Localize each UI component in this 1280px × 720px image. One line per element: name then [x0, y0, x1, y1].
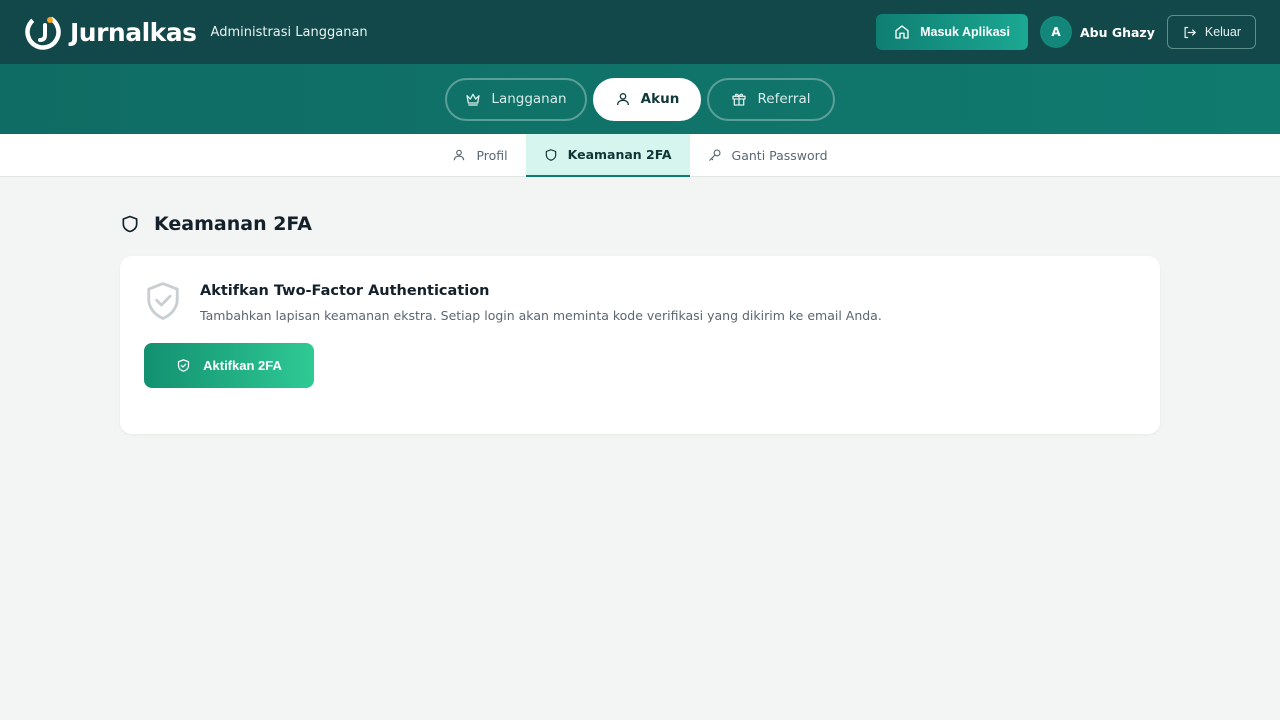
- subtab-profil-label: Profil: [476, 147, 508, 163]
- crown-icon: [466, 93, 481, 106]
- card-title: Aktifkan Two-Factor Authentication: [200, 283, 490, 299]
- keluar-label: Keluar: [1204, 25, 1241, 39]
- tab-akun-label: Akun: [640, 91, 680, 107]
- logo-text: Jurnalkas: [70, 17, 197, 47]
- section-title: Keamanan 2FA: [120, 213, 1160, 235]
- tab-langganan-label: Langganan: [491, 91, 567, 107]
- tab-akun[interactable]: Akun: [593, 77, 701, 121]
- avatar[interactable]: A: [1039, 16, 1072, 48]
- masuk-aplikasi-button[interactable]: Masuk Aplikasi: [876, 14, 1028, 50]
- tab-referral[interactable]: Referral: [707, 77, 835, 121]
- subtab-keamanan-2fa[interactable]: Keamanan 2FA: [525, 134, 690, 177]
- header-subtitle: Administrasi Langganan: [210, 24, 368, 40]
- username: Abu Ghazy: [1079, 24, 1155, 40]
- shield-check-icon: [147, 282, 179, 320]
- user-icon: [616, 93, 629, 106]
- shield-check-icon: [178, 359, 190, 372]
- twofa-card: Aktifkan Two-Factor Authentication Tamba…: [120, 256, 1160, 434]
- section-title-text: Keamanan 2FA: [154, 213, 312, 235]
- aktifkan-2fa-label: Aktifkan 2FA: [203, 358, 282, 373]
- logo[interactable]: Jurnalkas: [24, 13, 197, 51]
- home-icon: [895, 25, 909, 39]
- gift-icon: [732, 93, 747, 106]
- keluar-button[interactable]: Keluar: [1166, 15, 1256, 49]
- subtab-keamanan-label: Keamanan 2FA: [567, 147, 672, 162]
- shield-icon: [545, 148, 556, 161]
- tab-langganan[interactable]: Langganan: [445, 77, 587, 121]
- aktifkan-2fa-button[interactable]: Aktifkan 2FA: [144, 343, 314, 388]
- user-icon: [454, 149, 465, 161]
- jurnalkas-logo-icon: [25, 14, 61, 50]
- subtab-ganti-password[interactable]: Ganti Password: [690, 134, 846, 176]
- key-icon: [708, 149, 721, 161]
- top-header: Jurnalkas Administrasi Langganan Masuk A…: [0, 0, 1280, 64]
- card-description: Tambahkan lapisan keamanan ekstra. Setia…: [200, 308, 882, 323]
- subtab-profil[interactable]: Profil: [434, 134, 525, 176]
- main-tabs: Langganan Akun Referral: [0, 64, 1280, 134]
- logout-icon: [1184, 26, 1196, 38]
- masuk-aplikasi-label: Masuk Aplikasi: [920, 25, 1010, 39]
- shield-icon: [122, 215, 138, 233]
- sub-tabs: Profil Keamanan 2FA Ganti Password: [0, 134, 1280, 177]
- main-content: Keamanan 2FA Aktifkan Two-Factor Authent…: [120, 213, 1160, 434]
- subtab-ganti-password-label: Ganti Password: [731, 147, 828, 163]
- tab-referral-label: Referral: [757, 91, 811, 107]
